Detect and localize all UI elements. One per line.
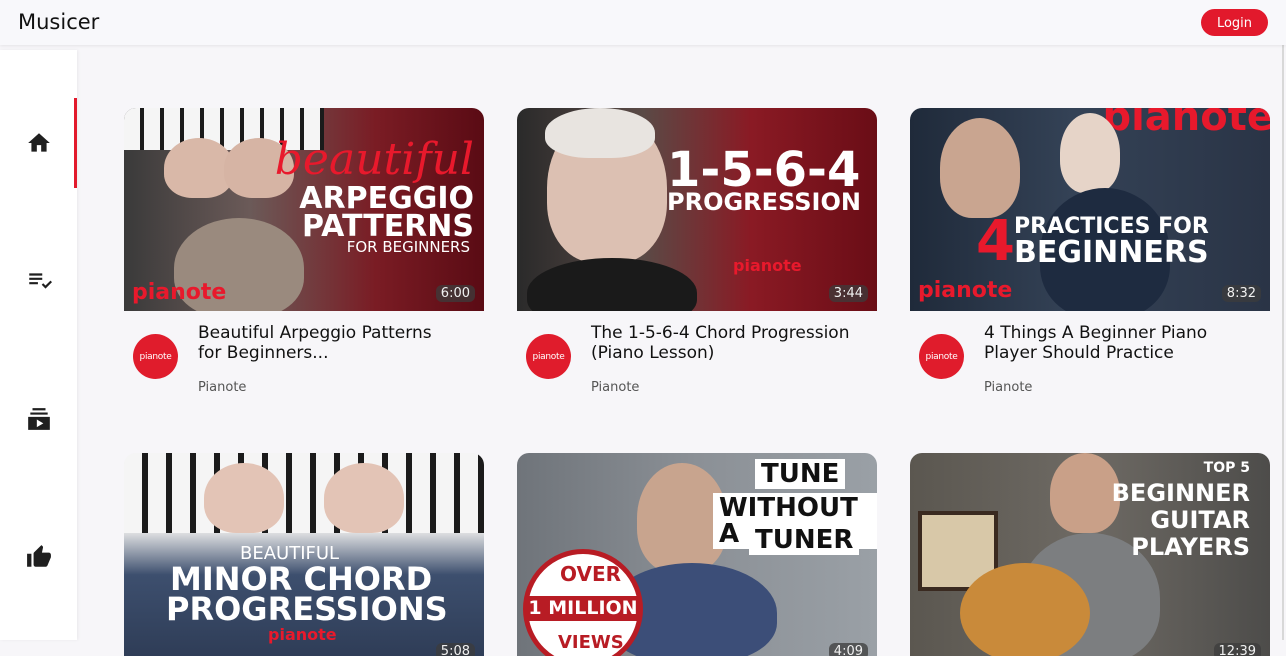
thumb-heading: 1-5-6-4 bbox=[667, 142, 861, 198]
video-card[interactable]: BEAUTIFUL MINOR CHORD PROGRESSIONS piano… bbox=[124, 453, 484, 656]
shirt-art bbox=[527, 258, 697, 311]
video-title[interactable]: 4 Things A Beginner Piano Player Should … bbox=[984, 323, 1244, 363]
video-title[interactable]: Beautiful Arpeggio Patterns for Beginner… bbox=[198, 323, 458, 363]
video-duration: 5:08 bbox=[435, 643, 475, 656]
channel-name[interactable]: Pianote bbox=[984, 380, 1032, 395]
login-button[interactable]: Login bbox=[1201, 9, 1268, 36]
thumb-subheading: TOP 5 bbox=[1203, 460, 1250, 476]
channel-name[interactable]: Pianote bbox=[591, 380, 639, 395]
video-card[interactable]: TOP 5 BEGINNER GUITAR PLAYERS 12:39 bbox=[910, 453, 1270, 656]
video-duration: 12:39 bbox=[1213, 643, 1261, 656]
video-duration: 4:09 bbox=[828, 643, 868, 656]
channel-avatar[interactable]: pianote bbox=[526, 334, 571, 379]
thumb-heading: PROGRESSION bbox=[667, 188, 861, 216]
thumb-brand-logo: pianote bbox=[733, 256, 802, 275]
badge-text: VIEWS bbox=[558, 632, 624, 653]
thumb-brand-logo-large: pianote bbox=[1102, 108, 1270, 140]
thumb-brand-logo: pianote bbox=[268, 625, 337, 644]
video-title[interactable]: The 1-5-6-4 Chord Progression (Piano Les… bbox=[591, 323, 851, 363]
thumb-heading: BEGINNERS bbox=[1014, 235, 1209, 270]
channel-name[interactable]: Pianote bbox=[198, 380, 246, 395]
person-art bbox=[940, 118, 1020, 218]
thumb-heading: PROGRESSIONS bbox=[166, 590, 448, 628]
thumb-subheading: FOR BEGINNERS bbox=[346, 238, 470, 256]
video-card[interactable]: TUNE WITHOUT A TUNER OVER 1 MILLION VIEW… bbox=[517, 453, 877, 656]
video-thumbnail[interactable]: BEAUTIFUL MINOR CHORD PROGRESSIONS piano… bbox=[124, 453, 484, 656]
sidebar bbox=[0, 50, 77, 640]
thumb-heading: PLAYERS bbox=[1131, 533, 1250, 561]
thumb-up-icon bbox=[26, 545, 51, 567]
video-thumbnail[interactable]: beautiful ARPEGGIO PATTERNS FOR BEGINNER… bbox=[124, 108, 484, 311]
thumb-heading: beautiful bbox=[274, 134, 474, 185]
thumb-heading: TUNER bbox=[749, 525, 860, 555]
channel-avatar[interactable]: pianote bbox=[133, 334, 178, 379]
thumb-heading: TUNE bbox=[755, 459, 846, 489]
video-card[interactable]: beautiful ARPEGGIO PATTERNS FOR BEGINNER… bbox=[124, 108, 484, 395]
person-art bbox=[1060, 113, 1120, 193]
video-duration: 3:44 bbox=[828, 285, 868, 302]
guitar-art bbox=[960, 563, 1090, 656]
badge-text: 1 MILLION bbox=[528, 596, 638, 621]
hair-art bbox=[545, 108, 655, 158]
person-face-art bbox=[1050, 453, 1120, 533]
top-bar: Musicer Login bbox=[0, 0, 1286, 45]
badge-text: OVER bbox=[560, 562, 622, 586]
video-thumbnail[interactable]: 1-5-6-4 PROGRESSION pianote 3:44 bbox=[517, 108, 877, 311]
playlist-check-icon bbox=[28, 273, 52, 289]
channel-avatar[interactable]: pianote bbox=[919, 334, 964, 379]
subscriptions-icon bbox=[27, 408, 50, 430]
sidebar-item-playlist[interactable] bbox=[0, 236, 77, 326]
thumb-heading: BEGINNER bbox=[1111, 479, 1250, 507]
video-duration: 6:00 bbox=[435, 285, 475, 302]
page-scrollbar[interactable] bbox=[1282, 45, 1284, 640]
sidebar-item-liked[interactable] bbox=[0, 512, 77, 602]
video-thumbnail[interactable]: TOP 5 BEGINNER GUITAR PLAYERS 12:39 bbox=[910, 453, 1270, 656]
video-duration: 8:32 bbox=[1221, 285, 1261, 302]
thumb-brand-logo: pianote bbox=[918, 278, 1013, 303]
home-icon bbox=[27, 133, 50, 152]
hand-art bbox=[204, 463, 284, 533]
thumb-brand-logo: pianote bbox=[132, 280, 227, 305]
sidebar-item-subscriptions[interactable] bbox=[0, 374, 77, 464]
video-card[interactable]: 1-5-6-4 PROGRESSION pianote 3:44 pianote… bbox=[517, 108, 877, 395]
video-thumbnail[interactable]: TUNE WITHOUT A TUNER OVER 1 MILLION VIEW… bbox=[517, 453, 877, 656]
thumb-heading: GUITAR bbox=[1150, 506, 1250, 534]
video-thumbnail[interactable]: pianote 4 PRACTICES FOR BEGINNERS pianot… bbox=[910, 108, 1270, 311]
hand-art bbox=[324, 463, 404, 533]
app-title[interactable]: Musicer bbox=[18, 10, 99, 34]
piano-keys-art bbox=[124, 453, 484, 533]
video-card[interactable]: pianote 4 PRACTICES FOR BEGINNERS pianot… bbox=[910, 108, 1270, 395]
thumb-number: 4 bbox=[976, 209, 1015, 274]
sidebar-item-home[interactable] bbox=[0, 98, 77, 188]
